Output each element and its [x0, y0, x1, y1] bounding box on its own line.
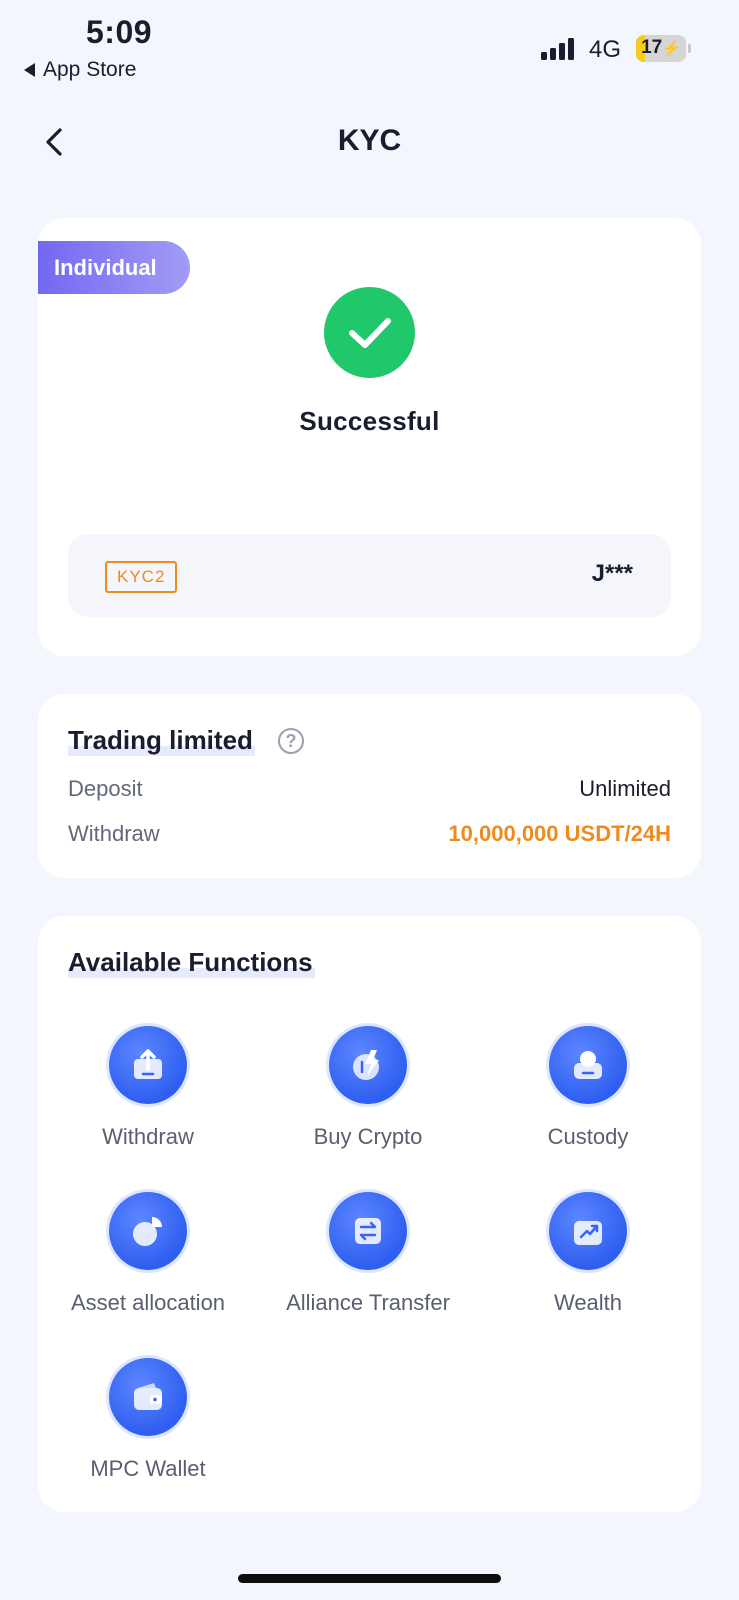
alliance-transfer-icon — [329, 1192, 407, 1270]
asset-allocation-icon — [109, 1192, 187, 1270]
verification-status: Successful — [299, 406, 440, 436]
function-label: Buy Crypto — [313, 1124, 423, 1149]
function-custody[interactable]: Custody — [478, 1026, 698, 1150]
back-app-label: App Store — [43, 58, 137, 81]
wallet-icon — [109, 1358, 187, 1436]
function-mpc-wallet[interactable]: MPC Wallet — [38, 1358, 258, 1482]
help-icon[interactable]: ? — [278, 728, 304, 754]
network-type: 4G — [589, 36, 622, 63]
function-label: Alliance Transfer — [286, 1290, 450, 1315]
custody-icon — [549, 1026, 627, 1104]
check-icon — [324, 287, 415, 378]
battery-percent: 17⚡ — [641, 37, 681, 58]
page-title: KYC — [337, 124, 402, 157]
deposit-value: Unlimited — [579, 776, 671, 801]
withdraw-icon — [109, 1026, 187, 1104]
function-label: Asset allocation — [70, 1290, 226, 1315]
function-withdraw[interactable]: Withdraw — [38, 1026, 258, 1150]
kyc-info-box: KYC2 J*** — [68, 534, 671, 617]
battery-cap — [688, 44, 691, 53]
function-label: Withdraw — [102, 1124, 194, 1149]
function-label: Custody — [547, 1124, 629, 1149]
kyc-level-badge: KYC2 — [105, 561, 178, 593]
function-label: Wealth — [553, 1290, 623, 1315]
signal-icon — [541, 38, 574, 60]
trading-limits-title: Trading limited — [68, 725, 255, 756]
status-bar: 5:09 App Store 4G 17⚡ — [0, 0, 739, 96]
available-functions-card: Available Functions Withdraw Buy Crypto — [38, 916, 701, 1512]
battery-icon: 17⚡ — [636, 35, 686, 62]
trading-limits-card: Trading limited ? Deposit Unlimited With… — [38, 694, 701, 878]
function-alliance-transfer[interactable]: Alliance Transfer — [258, 1192, 478, 1316]
home-indicator[interactable] — [238, 1574, 501, 1583]
buy-crypto-icon — [329, 1026, 407, 1104]
function-asset-allocation[interactable]: Asset allocation — [38, 1192, 258, 1316]
withdraw-value: 10,000,000 USDT/24H — [448, 821, 671, 846]
account-type-badge: Individual — [38, 241, 190, 294]
function-label: MPC Wallet — [90, 1456, 206, 1481]
back-to-app-store-link[interactable]: App Store — [24, 58, 136, 82]
functions-title: Available Functions — [68, 947, 315, 978]
back-triangle-icon — [24, 63, 35, 77]
function-buy-crypto[interactable]: Buy Crypto — [258, 1026, 478, 1150]
deposit-label: Deposit — [68, 776, 143, 801]
nav-bar: KYC — [0, 110, 739, 174]
function-wealth[interactable]: Wealth — [478, 1192, 698, 1316]
wealth-icon — [549, 1192, 627, 1270]
masked-name: J*** — [591, 560, 633, 587]
withdraw-label: Withdraw — [68, 821, 160, 846]
status-time: 5:09 — [86, 14, 153, 50]
kyc-status-card: Individual Successful KYC2 J*** — [38, 218, 701, 656]
